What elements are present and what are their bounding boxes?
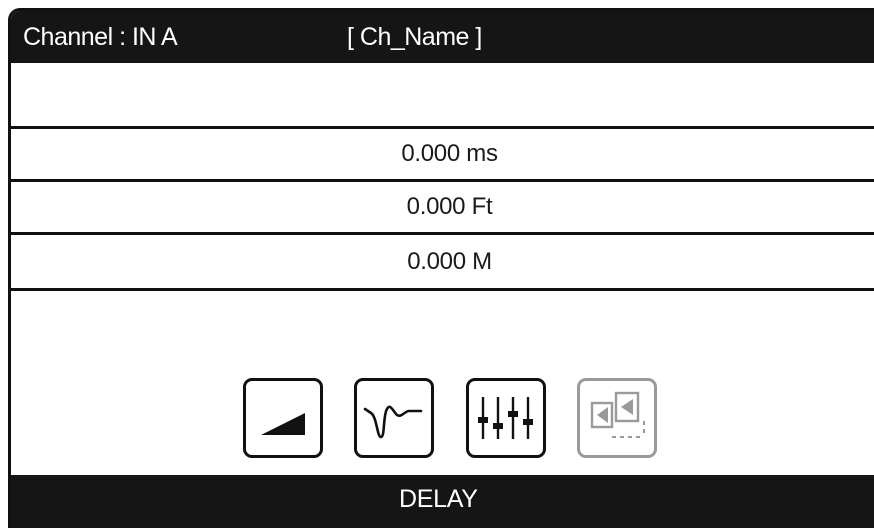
delay-ms-field[interactable]: 0.000 ms [11, 129, 874, 182]
gain-button[interactable] [243, 378, 323, 458]
delay-meters-field[interactable]: 0.000 M [11, 235, 874, 291]
blank-row [11, 63, 874, 129]
mode-label: DELAY [399, 485, 478, 513]
channel-name[interactable]: [ Ch_Name ] [347, 23, 482, 52]
channel-delay-panel: Channel : IN A [ Ch_Name ] 0.000 ms 0.00… [8, 8, 874, 528]
footer-bar: DELAY [11, 475, 874, 528]
eq-curve-icon [363, 405, 423, 439]
fader-sliders-icon [478, 397, 533, 439]
fader-button[interactable] [466, 378, 546, 458]
delay-feet-field[interactable]: 0.000 Ft [11, 182, 874, 235]
delay-button[interactable] [577, 378, 657, 458]
channel-label: Channel : IN A [23, 23, 178, 51]
gain-ramp-icon [261, 413, 305, 435]
eq-button[interactable] [354, 378, 434, 458]
delay-speaker-icon [590, 391, 645, 438]
header-bar: Channel : IN A [ Ch_Name ] [11, 11, 874, 63]
